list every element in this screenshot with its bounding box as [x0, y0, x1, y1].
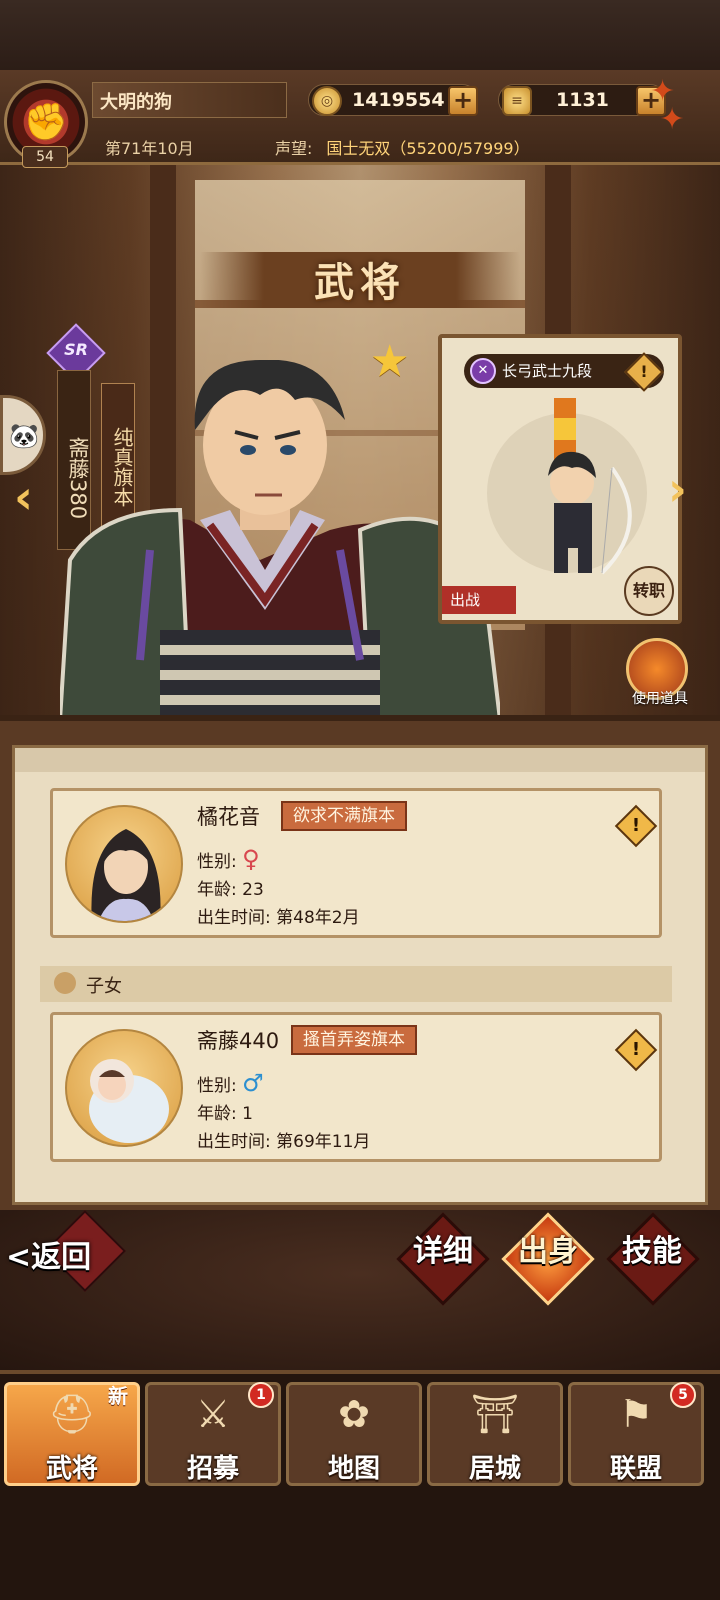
gender-label: 性别:: [197, 852, 237, 872]
spouse-gender-row: 性别: ♀: [197, 845, 260, 873]
spouse-portrait: [91, 829, 161, 921]
unit-class-name: 长弓武士九段: [502, 362, 593, 380]
add-coins-button[interactable]: +: [448, 86, 478, 116]
new-badge: 新: [108, 1384, 128, 1408]
tab-skill[interactable]: 技能: [602, 1236, 702, 1268]
child-icon: [54, 972, 76, 994]
child-birth-row: 出生时间: 第69年11月: [197, 1127, 370, 1152]
spouse-birth-row: 出生时间: 第48年2月: [197, 903, 360, 928]
gold-amount: 1131: [556, 89, 609, 111]
age-label: 年龄:: [197, 1104, 237, 1124]
tab-origin[interactable]: 出身: [498, 1236, 598, 1268]
game-screen: ✊ 54 大明的狗 ◎ 1419554 + ≡ 1131 + 第71年10月 声…: [0, 0, 720, 1600]
alliance-badge: 5: [670, 1382, 696, 1408]
child-card[interactable]: 斋藤440 搔首弄姿旗本 性别: ♂ 年龄: 1 出生时间: 第69年11月 !: [50, 1012, 662, 1162]
spouse-avatar: [65, 805, 183, 923]
age-label: 年龄:: [197, 880, 237, 900]
game-date: 第71年10月: [105, 139, 194, 158]
birth-label: 出生时间:: [197, 908, 271, 928]
child-avatar: [65, 1029, 183, 1147]
child-birth: 第69年11月: [276, 1132, 371, 1152]
next-general-arrow-icon[interactable]: ›: [668, 462, 687, 516]
clan-crest-icon: ✊: [23, 102, 69, 143]
spouse-card[interactable]: 橘花音 欲求不满旗本 性别: ♀ 年龄: 23 出生时间: 第48年2月 !: [50, 788, 662, 938]
player-name: 大明的狗: [100, 92, 172, 113]
deploy-tag: 出战: [442, 586, 516, 614]
maple-leaf-icon: ✦ ✦: [650, 74, 685, 137]
prestige: 声望: 国士无双（55200/57999）: [275, 135, 530, 159]
nav-label-map: 地图: [327, 1454, 380, 1484]
spouse-age-row: 年龄: 23: [197, 875, 264, 900]
children-section-header: 子女: [40, 966, 672, 1002]
unit-class-card[interactable]: ✕ 长弓武士九段 ! 出战 转职: [438, 334, 682, 624]
child-trait-tag: 搔首弄姿旗本: [291, 1025, 417, 1055]
birth-label: 出生时间:: [197, 1132, 271, 1152]
prestige-label: 声望:: [275, 139, 313, 158]
panda-icon: 🐼: [9, 422, 39, 450]
exclamation-icon: !: [631, 1039, 641, 1060]
class-gem-icon: ✕: [470, 358, 496, 384]
spouse-name: 橘花音: [197, 805, 260, 829]
child-gender-row: 性别: ♂: [197, 1069, 264, 1097]
spouse-trait-tag: 欲求不满旗本: [281, 801, 407, 831]
nav-label-recruit: 招募: [186, 1454, 239, 1484]
player-level: 54: [22, 146, 68, 168]
map-scroll-icon: ✿: [338, 1392, 370, 1436]
archer-sprite: [487, 398, 647, 575]
child-age-row: 年龄: 1: [197, 1099, 253, 1124]
child-name: 斋藤440: [197, 1029, 280, 1053]
spouse-info-button[interactable]: !: [614, 804, 658, 848]
back-button[interactable]: <返回: [6, 1232, 91, 1276]
nav-label-generals: 武将: [45, 1454, 98, 1484]
exclamation-icon: !: [640, 362, 648, 381]
spouse-birth: 第48年2月: [276, 908, 360, 928]
male-icon: ♂: [242, 1069, 264, 1097]
rarity-label: SR: [64, 340, 88, 359]
children-section-title: 子女: [86, 976, 122, 997]
back-label: 返回: [31, 1240, 92, 1275]
tab-detail[interactable]: 详细: [393, 1236, 493, 1268]
child-info-button[interactable]: !: [614, 1028, 658, 1072]
child-portrait: [89, 1059, 169, 1143]
gender-label: 性别:: [197, 1076, 237, 1096]
page-title: 武将: [314, 260, 406, 306]
nav-label-alliance: 联盟: [609, 1454, 662, 1484]
family-panel[interactable]: 橘花音 欲求不满旗本 性别: ♀ 年龄: 23 出生时间: 第48年2月 ! 子…: [12, 745, 708, 1205]
spouse-section-header: [15, 748, 705, 772]
recruit-badge: 1: [248, 1382, 274, 1408]
coin-amount: 1419554: [352, 89, 445, 111]
exclamation-icon: !: [631, 815, 641, 836]
gold-icon: ≡: [502, 86, 532, 116]
castle-icon: ⛩: [470, 1392, 520, 1436]
general-portrait: [60, 360, 500, 720]
back-arrow-icon: <: [6, 1240, 32, 1275]
transfer-class-button[interactable]: 转职: [624, 566, 674, 616]
coin-icon: ◎: [312, 86, 342, 116]
prev-general-arrow-icon[interactable]: ‹: [14, 470, 33, 524]
female-icon: ♀: [242, 845, 260, 873]
spouse-age: 23: [242, 880, 264, 900]
status-band: [0, 0, 720, 70]
prestige-value: 国士无双（55200/57999）: [326, 139, 530, 158]
child-age: 1: [242, 1104, 253, 1124]
use-item-label: 使用道具: [632, 691, 688, 707]
nav-label-castle: 居城: [468, 1454, 521, 1484]
